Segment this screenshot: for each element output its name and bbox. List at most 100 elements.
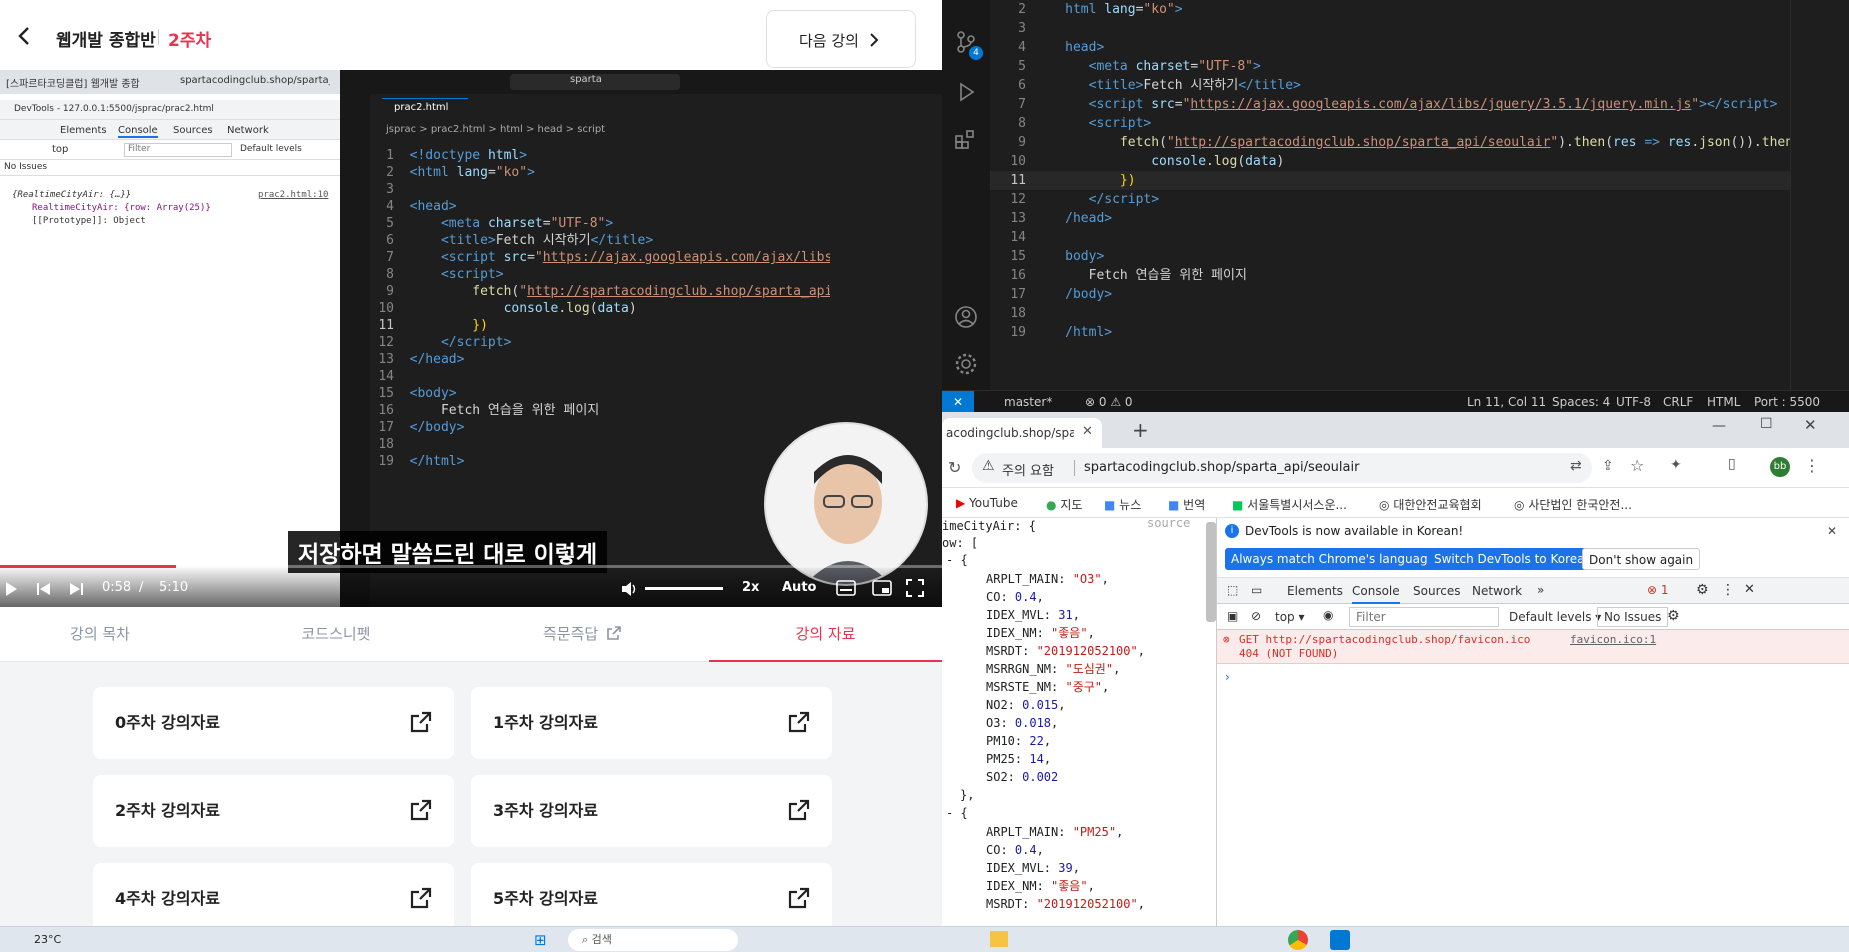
git-branch[interactable]: master* [1004, 391, 1052, 413]
play-icon[interactable] [4, 581, 18, 597]
material-card-week4[interactable]: 4주차 강의자료 [93, 863, 454, 926]
bookmark-safety-assoc[interactable]: ◎ 대한안전교육협회 [1379, 496, 1482, 513]
inner-tab-console[interactable]: Console [118, 125, 158, 138]
playback-speed[interactable]: 2x [742, 580, 759, 595]
cursor-position[interactable]: Ln 11, Col 11 [1467, 391, 1546, 413]
pip-icon[interactable] [872, 580, 892, 596]
crumb-script[interactable]: script [577, 124, 605, 135]
run-debug-icon[interactable] [954, 80, 978, 104]
inner-tab-sources[interactable]: Sources [173, 125, 213, 136]
taskbar-chrome-icon[interactable] [1288, 930, 1308, 950]
dont-show-again-button[interactable]: Don't show again [1582, 548, 1701, 570]
always-match-language-button[interactable]: Always match Chrome's language [1225, 548, 1441, 570]
settings-gear-icon[interactable] [954, 352, 978, 376]
bookmark-translate[interactable]: ■ 번역 [1168, 496, 1205, 513]
taskbar-vscode-icon[interactable] [1330, 930, 1350, 950]
console-settings-gear-icon[interactable]: ⚙ [1667, 608, 1680, 624]
profile-avatar[interactable]: bb [1770, 457, 1790, 477]
eye-icon[interactable]: ◉ [1323, 608, 1333, 622]
infobar-close-icon[interactable]: ✕ [1827, 524, 1837, 538]
material-card-week2[interactable]: 2주차 강의자료 [93, 775, 454, 847]
volume-icon[interactable] [620, 580, 638, 598]
lecture-video[interactable]: [스파르타코딩클럽] 웹개발 종합 spartacodingclub.shop/… [0, 70, 942, 607]
fullscreen-icon[interactable] [906, 579, 924, 597]
tab-lecture-materials[interactable]: 강의 자료 [709, 607, 942, 662]
material-card-week3[interactable]: 3주차 강의자료 [471, 775, 832, 847]
console-log-object[interactable]: {RealtimeCityAir: {…}} [12, 190, 131, 200]
remote-icon[interactable]: ✕ [942, 391, 974, 413]
share-icon[interactable]: ⇪ [1602, 458, 1614, 474]
tab-qna[interactable]: 즉문즉답 [472, 607, 692, 662]
bookmark-seoul[interactable]: ■ 서울특별시서스운... [1232, 496, 1347, 513]
encoding[interactable]: UTF-8 [1616, 391, 1651, 413]
inner-file-tab[interactable]: prac2.html [382, 98, 468, 118]
inner-code-area[interactable]: 1 <!doctype html> 2 <html lang="ko"> 3 4… [370, 142, 830, 542]
volume-slider[interactable] [645, 587, 723, 590]
inner-tab-1[interactable]: [스파르타코딩클럽] 웹개발 종합 [6, 75, 146, 90]
bookmark-star-icon[interactable]: ☆ [1630, 456, 1644, 475]
json-viewer[interactable]: imeCityAir: { ow: [ - { ARPLT_MAIN: "O3"… [942, 518, 1217, 926]
clear-console-icon[interactable]: ⊘ [1251, 609, 1261, 623]
devtools-tab-sources[interactable]: Sources [1413, 584, 1460, 598]
minimap[interactable] [1790, 0, 1849, 390]
language-mode[interactable]: HTML [1707, 391, 1740, 413]
close-window-icon[interactable]: ✕ [1804, 416, 1817, 434]
inner-tab-elements[interactable]: Elements [60, 125, 107, 136]
menu-kebab-icon[interactable]: ⋮ [1804, 456, 1820, 475]
line-endings[interactable]: CRLF [1663, 391, 1693, 413]
captions-icon[interactable] [836, 580, 856, 596]
close-tab-icon[interactable]: ✕ [1082, 424, 1093, 439]
back-icon[interactable] [14, 24, 36, 48]
new-tab-icon[interactable]: + [1132, 418, 1149, 442]
inner-context-select[interactable]: top [52, 144, 68, 155]
crumb-folder[interactable]: jsprac [386, 124, 416, 135]
console-error-message[interactable]: ⊗ GET http://spartacodingclub.shop/favic… [1217, 630, 1849, 664]
taskbar-search[interactable]: ⌕ 검색 [568, 929, 738, 951]
bookmark-korea-safety[interactable]: ◎ 사단법인 한국안전... [1514, 496, 1632, 513]
live-server-port[interactable]: Port : 5500 [1754, 391, 1820, 413]
sidebar-toggle-icon[interactable]: ▣ [1227, 609, 1238, 623]
devtools-tab-console[interactable]: Console [1352, 584, 1400, 604]
device-toggle-icon[interactable]: ▭ [1251, 583, 1262, 597]
crumb-head[interactable]: head [538, 124, 563, 135]
more-tabs-icon[interactable]: » [1537, 583, 1544, 597]
error-source-link[interactable]: favicon.ico:1 [1570, 633, 1656, 646]
devtools-close-icon[interactable]: ✕ [1744, 582, 1755, 597]
inner-tab-2[interactable]: spartacodingclub.shop/sparta_a [180, 75, 330, 86]
devtools-settings-gear-icon[interactable]: ⚙ [1696, 582, 1709, 598]
crumb-file[interactable]: prac2.html [431, 124, 485, 135]
address-bar[interactable]: ⚠ 주의 요함 spartacodingclub.shop/sparta_api… [972, 453, 1592, 483]
extensions-puzzle-icon[interactable]: ✦ [1670, 457, 1682, 473]
log-levels-select[interactable]: Default levels ▾ [1509, 610, 1601, 624]
error-count-badge[interactable]: ⊗ 1 [1647, 583, 1669, 597]
crumb-html[interactable]: html [500, 124, 523, 135]
bookmark-maps[interactable]: ● 지도 [1046, 496, 1082, 513]
quality-setting[interactable]: Auto [782, 580, 816, 595]
extensions-icon[interactable] [954, 128, 978, 152]
chrome-tab[interactable]: acodingclub.shop/sparta_a ✕ [942, 418, 1102, 448]
inner-levels-select[interactable]: Default levels [240, 144, 302, 154]
skip-back-icon[interactable] [36, 581, 52, 597]
tab-table-of-contents[interactable]: 강의 목차 [0, 607, 200, 662]
skip-forward-icon[interactable] [68, 581, 84, 597]
devtools-menu-icon[interactable]: ⋮ [1721, 582, 1735, 598]
weather-temp[interactable]: 23°C [34, 933, 61, 946]
maximize-icon[interactable]: ☐ [1760, 416, 1773, 432]
start-icon[interactable]: ⊞ [534, 931, 547, 949]
no-issues-button[interactable]: No Issues [1597, 607, 1669, 627]
inner-tab-network[interactable]: Network [227, 125, 269, 136]
material-card-week1[interactable]: 1주차 강의자료 [471, 687, 832, 759]
bookmark-news[interactable]: ■ 뉴스 [1104, 496, 1141, 513]
side-panel-icon[interactable]: ▯ [1728, 456, 1736, 472]
video-progress-track[interactable] [0, 565, 942, 568]
problems-count[interactable]: ⊗ 0 ⚠ 0 [1085, 391, 1133, 413]
account-icon[interactable] [954, 305, 978, 329]
translate-icon[interactable]: ⇄ [1570, 458, 1582, 474]
context-select[interactable]: top ▾ [1275, 610, 1305, 624]
console-prompt[interactable]: › [1225, 670, 1230, 684]
json-scrollbar-track[interactable] [1206, 522, 1216, 622]
material-card-week5[interactable]: 5주차 강의자료 [471, 863, 832, 926]
next-lecture-button[interactable]: 다음 강의 [766, 10, 916, 68]
reload-icon[interactable]: ↻ [948, 458, 961, 477]
inner-filter-input[interactable]: Filter [124, 143, 232, 157]
